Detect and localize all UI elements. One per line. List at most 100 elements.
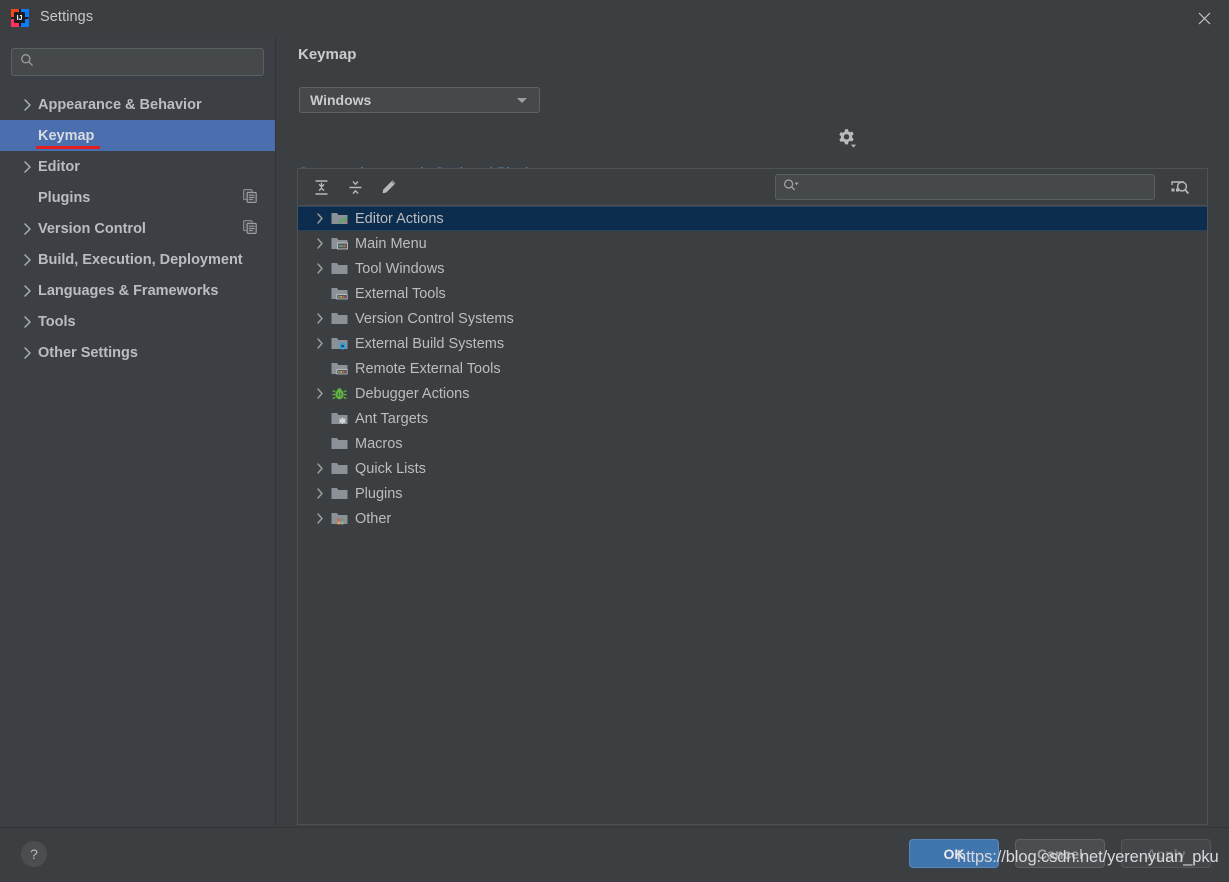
plain-folder-icon — [330, 461, 348, 477]
expand-all-icon[interactable] — [307, 174, 335, 200]
chevron-down-icon — [517, 97, 527, 103]
chevron-right-icon[interactable] — [310, 338, 330, 349]
sidebar-item-editor[interactable]: Editor — [0, 151, 275, 182]
sidebar-item-version-control[interactable]: Version Control — [0, 213, 275, 244]
tree-row-label: Tool Windows — [355, 260, 445, 277]
sidebar-item-list: Appearance & Behavior Keymap Editor Plug… — [0, 89, 275, 368]
tree-row-label: External Build Systems — [355, 335, 505, 352]
sidebar-item-label: Editor — [38, 158, 80, 175]
external-tools-folder-icon — [330, 286, 348, 302]
help-button[interactable]: ? — [21, 841, 47, 867]
keymap-search-box[interactable] — [775, 174, 1155, 200]
chevron-right-icon — [16, 315, 38, 328]
external-tools-folder-icon — [330, 361, 348, 377]
chevron-right-icon — [16, 98, 38, 111]
tree-row[interactable]: Tool Windows — [298, 256, 1207, 281]
tree-row-label: Debugger Actions — [355, 385, 470, 402]
sidebar-search-input[interactable] — [34, 54, 263, 70]
tree-row[interactable]: Quick Lists — [298, 456, 1207, 481]
chevron-right-icon — [16, 284, 38, 297]
tree-row-label: Quick Lists — [355, 460, 426, 477]
sidebar-item-keymap[interactable]: Keymap — [0, 120, 275, 151]
keymap-settings-panel: Keymap Windows Get more keymaps in Setti… — [276, 36, 1229, 826]
tree-row[interactable]: Debugger Actions — [298, 381, 1207, 406]
settings-dialog: IJ Settings Appearance & Behavior Keymap… — [0, 0, 1229, 882]
collapse-all-icon[interactable] — [341, 174, 369, 200]
copy-icon — [243, 188, 257, 207]
sidebar-item-build-execution-deployment[interactable]: Build, Execution, Deployment — [0, 244, 275, 275]
tree-row[interactable]: External Tools — [298, 281, 1207, 306]
tree-row-label: Remote External Tools — [355, 360, 501, 377]
chevron-right-icon[interactable] — [310, 238, 330, 249]
tree-row-label: Ant Targets — [355, 410, 429, 427]
pencil-edit-icon[interactable] — [375, 174, 403, 200]
chevron-right-icon — [16, 253, 38, 266]
sidebar-item-label: Appearance & Behavior — [38, 96, 202, 113]
plain-folder-icon — [330, 311, 348, 327]
sidebar-item-label: Other Settings — [38, 344, 138, 361]
editor-actions-folder-icon — [330, 211, 348, 227]
search-icon — [20, 53, 34, 72]
sidebar-item-plugins[interactable]: Plugins — [0, 182, 275, 213]
dialog-footer: ? OK Cancel Apply — [0, 827, 1229, 882]
cancel-button[interactable]: Cancel — [1015, 839, 1105, 868]
chevron-right-icon — [16, 222, 38, 235]
copy-icon — [243, 219, 257, 238]
page-title: Keymap — [298, 46, 357, 63]
intellij-idea-logo-icon: IJ — [10, 8, 30, 28]
keymap-tree-panel: Editor Actions Main Menu Tool Windows Ex… — [297, 168, 1208, 825]
plain-folder-icon — [330, 436, 348, 452]
keymap-tree: Editor Actions Main Menu Tool Windows Ex… — [298, 206, 1207, 824]
tree-row[interactable]: Plugins — [298, 481, 1207, 506]
chevron-right-icon — [16, 160, 38, 173]
keymap-search-input[interactable] — [801, 179, 1154, 195]
sidebar-item-label: Plugins — [38, 189, 91, 206]
chevron-right-icon[interactable] — [310, 488, 330, 499]
chevron-right-icon[interactable] — [310, 463, 330, 474]
tree-row[interactable]: Editor Actions — [298, 206, 1207, 231]
sidebar-item-other-settings[interactable]: Other Settings — [0, 337, 275, 368]
sidebar-item-label: Tools — [38, 313, 76, 330]
chevron-right-icon[interactable] — [310, 263, 330, 274]
search-dropdown-icon — [783, 178, 801, 197]
title-bar: IJ Settings — [0, 0, 1229, 36]
sidebar-item-label: Version Control — [38, 220, 146, 237]
red-underline-annotation — [36, 146, 100, 149]
tree-row[interactable]: Version Control Systems — [298, 306, 1207, 331]
sidebar-item-label: Build, Execution, Deployment — [38, 251, 243, 268]
sidebar-item-label: Languages & Frameworks — [38, 282, 219, 299]
tree-row-label: Macros — [355, 435, 403, 452]
debugger-bug-icon — [330, 386, 348, 402]
sidebar-item-languages-frameworks[interactable]: Languages & Frameworks — [0, 275, 275, 306]
plain-folder-icon — [330, 261, 348, 277]
keymap-select[interactable]: Windows — [299, 87, 540, 113]
ant-folder-icon — [330, 411, 348, 427]
tree-row[interactable]: Main Menu — [298, 231, 1207, 256]
main-menu-folder-icon — [330, 236, 348, 252]
close-icon[interactable] — [1191, 6, 1217, 30]
tree-row[interactable]: Macros — [298, 431, 1207, 456]
chevron-right-icon[interactable] — [310, 213, 330, 224]
keymap-tree-toolbar — [298, 169, 1207, 206]
sidebar-item-appearance-behavior[interactable]: Appearance & Behavior — [0, 89, 275, 120]
tree-row-label: Plugins — [355, 485, 403, 502]
find-by-shortcut-icon[interactable] — [1163, 173, 1197, 201]
build-systems-folder-icon — [330, 336, 348, 352]
chevron-right-icon[interactable] — [310, 513, 330, 524]
chevron-right-icon[interactable] — [310, 388, 330, 399]
other-folder-icon — [330, 511, 348, 527]
chevron-right-icon[interactable] — [310, 313, 330, 324]
tree-row[interactable]: Other — [298, 506, 1207, 531]
tree-row-label: External Tools — [355, 285, 446, 302]
sidebar-item-tools[interactable]: Tools — [0, 306, 275, 337]
window-title: Settings — [40, 9, 94, 25]
tree-row[interactable]: External Build Systems — [298, 331, 1207, 356]
tree-row[interactable]: Ant Targets — [298, 406, 1207, 431]
ok-button[interactable]: OK — [909, 839, 999, 868]
sidebar-search-box[interactable] — [11, 48, 264, 76]
plain-folder-icon — [330, 486, 348, 502]
tree-row-label: Main Menu — [355, 235, 427, 252]
keymap-settings-gear-button[interactable] — [833, 126, 863, 154]
tree-row[interactable]: Remote External Tools — [298, 356, 1207, 381]
tree-row-label: Version Control Systems — [355, 310, 514, 327]
